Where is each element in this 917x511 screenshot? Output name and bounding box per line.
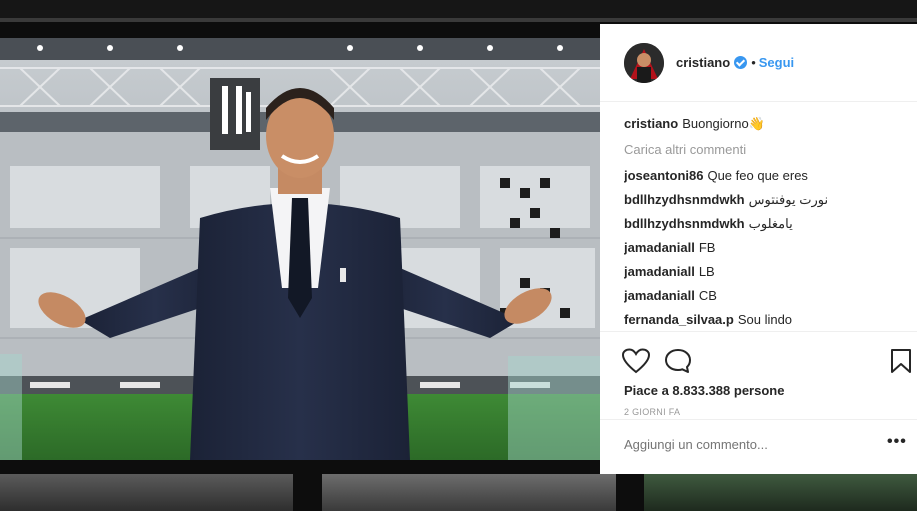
comments-list: cristiano Buongiorno👋 Carica altri commen… <box>624 114 909 330</box>
top-divider <box>0 18 917 22</box>
comment-username[interactable]: joseantoni86 <box>624 168 703 183</box>
avatar[interactable] <box>624 43 664 83</box>
comment-username[interactable]: fernanda_silvaa.p <box>624 312 734 327</box>
comment-item: jamadaniall FB <box>624 238 909 262</box>
comment-text: يامغلوب <box>748 216 793 231</box>
caption-text: Buongiorno👋 <box>682 116 765 131</box>
comment-username[interactable]: jamadaniall <box>624 264 695 279</box>
comment-item: jamadaniall LB <box>624 262 909 286</box>
instagram-post-modal: cristiano • Segui cristiano Buongiorno👋 Car… <box>0 0 917 511</box>
follow-button[interactable]: Segui <box>759 55 794 70</box>
comment-item: bdllhzydhsnmdwkh يامغلوب <box>624 214 909 238</box>
background-thumbnail[interactable] <box>0 474 293 511</box>
separator-dot: • <box>751 55 756 70</box>
background-thumbnail[interactable] <box>322 474 616 511</box>
comment-item: bdllhzydhsnmdwkh نورت يوفنتوس <box>624 190 909 214</box>
comment-text: CB <box>698 288 717 303</box>
comment-bubble-icon[interactable] <box>664 348 692 379</box>
bookmark-icon[interactable] <box>890 348 912 379</box>
post-side-panel: cristiano • Segui cristiano Buongiorno👋 Car… <box>600 24 917 474</box>
post-timestamp[interactable]: 2 GIORNI FA <box>624 407 680 417</box>
comment-text: نورت يوفنتوس <box>748 192 829 207</box>
comment-item: fernanda_silvaa.p Sou lindo <box>624 310 909 330</box>
load-more-comments-button[interactable]: Carica altri commenti <box>624 140 909 166</box>
action-icons <box>621 348 912 379</box>
post-caption: cristiano Buongiorno👋 <box>624 114 909 140</box>
comment-item: jamadaniall CB <box>624 286 909 310</box>
add-comment-bar: ••• <box>600 419 917 474</box>
comment-username[interactable]: bdllhzydhsnmdwkh <box>624 216 745 231</box>
heart-icon[interactable] <box>621 348 651 379</box>
header-user-row: cristiano • Segui <box>676 55 794 70</box>
comment-username[interactable]: jamadaniall <box>624 288 695 303</box>
comment-text: FB <box>698 240 716 255</box>
background-thumbnail[interactable] <box>644 474 917 511</box>
add-comment-input[interactable] <box>624 437 864 452</box>
caption-username[interactable]: cristiano <box>624 116 678 131</box>
comment-username[interactable]: jamadaniall <box>624 240 695 255</box>
comment-username[interactable]: bdllhzydhsnmdwkh <box>624 192 745 207</box>
comment-text: Sou lindo <box>737 312 793 327</box>
verified-badge-icon <box>734 56 748 69</box>
comment-text: LB <box>698 264 715 279</box>
post-header: cristiano • Segui <box>600 24 917 102</box>
comment-text: Que feo que eres <box>707 168 808 183</box>
more-options-button[interactable]: ••• <box>887 433 907 451</box>
comment-item: joseantoni86 Que feo que eres <box>624 166 909 190</box>
post-photo[interactable] <box>0 38 600 460</box>
username-link[interactable]: cristiano <box>676 55 730 70</box>
top-navigation-strip <box>0 0 917 22</box>
likes-count[interactable]: Piace a 8.833.388 persone <box>624 383 784 398</box>
background-grid <box>0 474 917 511</box>
